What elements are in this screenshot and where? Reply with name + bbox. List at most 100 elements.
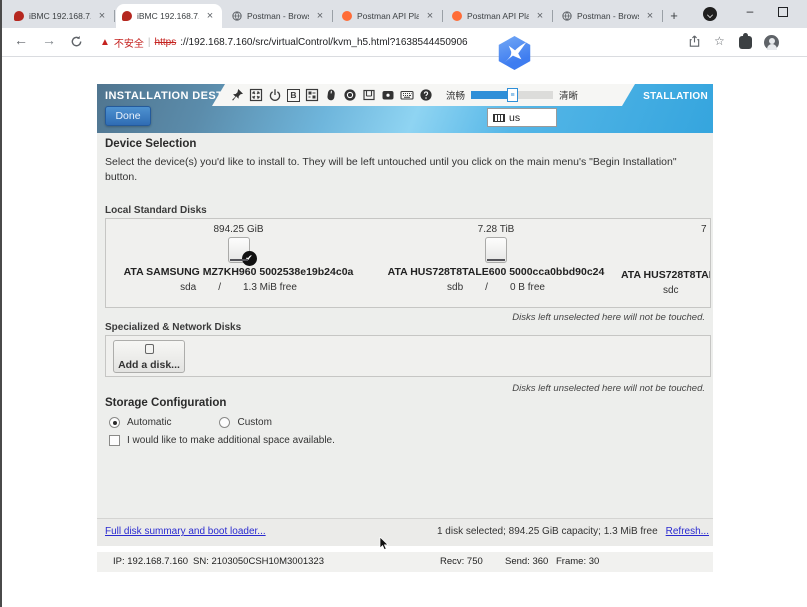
checkbox-label: I would like to make additional space av… bbox=[127, 435, 335, 446]
status-send: Send: 360 bbox=[505, 556, 548, 567]
share-icon[interactable] bbox=[688, 35, 701, 48]
record-icon[interactable] bbox=[343, 88, 357, 102]
done-button[interactable]: Done bbox=[105, 106, 151, 126]
new-tab-button[interactable]: + bbox=[664, 6, 684, 26]
disk-dev: sdb bbox=[447, 282, 463, 293]
warning-triangle-icon: ▲ bbox=[100, 37, 110, 48]
radio-unselected-icon bbox=[219, 417, 230, 428]
screen: iBMC 192.168.7.16 × iBMC 192.168.7.16 × … bbox=[0, 0, 807, 607]
mount-media-icon[interactable] bbox=[362, 88, 376, 102]
security-warning-label[interactable]: 不安全 bbox=[114, 35, 144, 50]
full-disk-summary-link[interactable]: Full disk summary and boot loader... bbox=[105, 526, 266, 537]
tab-close-icon[interactable]: × bbox=[314, 10, 326, 22]
disk-sdb[interactable]: 7.28 TiB ATA HUS728T8TALE600 5000cca0bbd… bbox=[371, 219, 621, 307]
unselected-note: Disks left unselected here will not be t… bbox=[105, 383, 705, 394]
globe-icon bbox=[232, 11, 242, 21]
tab-close-icon[interactable]: × bbox=[96, 10, 108, 22]
help-icon[interactable] bbox=[419, 88, 433, 102]
disk-size: 894.25 GiB bbox=[106, 224, 371, 235]
additional-space-checkbox[interactable]: I would like to make additional space av… bbox=[109, 435, 335, 446]
tab-label: Postman API Platfo bbox=[357, 11, 419, 21]
storage-radio-group: Automatic Custom bbox=[109, 417, 272, 428]
address-divider: | bbox=[148, 37, 151, 48]
disk-icon bbox=[145, 344, 154, 354]
disk-sda[interactable]: 894.25 GiB ✔ ATA SAMSUNG MZ7KH960 500253… bbox=[106, 219, 371, 307]
disk-sdc-partial[interactable]: 7 ATA HUS728T8TAL sdc bbox=[621, 219, 711, 307]
tab-close-icon[interactable]: × bbox=[424, 10, 436, 22]
disk-name: ATA SAMSUNG MZ7KH960 5002538e19b24c0a bbox=[106, 266, 371, 278]
back-button[interactable]: ← bbox=[14, 32, 28, 48]
bookmark-star-icon[interactable]: ☆ bbox=[714, 34, 725, 48]
profile-avatar[interactable] bbox=[764, 35, 779, 50]
radio-label: Custom bbox=[237, 417, 271, 428]
tab-close-icon[interactable]: × bbox=[644, 10, 656, 22]
disk-name: ATA HUS728T8TAL bbox=[621, 269, 711, 281]
quality-smooth-label: 流畅 bbox=[446, 88, 465, 102]
status-sn: SN: 2103050CSH10M3001323 bbox=[193, 556, 324, 567]
power-icon[interactable] bbox=[268, 88, 282, 102]
ibmc-favicon bbox=[14, 11, 24, 21]
pin-icon[interactable] bbox=[230, 88, 244, 102]
keyboard-icon bbox=[493, 114, 505, 122]
refresh-link[interactable]: Refresh... bbox=[666, 526, 709, 537]
screen-capture-icon[interactable] bbox=[381, 88, 395, 102]
virtual-keyboard-icon[interactable] bbox=[400, 88, 414, 102]
reload-icon[interactable] bbox=[70, 35, 83, 48]
keyboard-layout-selector[interactable]: us bbox=[487, 108, 557, 127]
mouse-cursor bbox=[379, 537, 391, 551]
header-right-title: STALLATION bbox=[643, 91, 708, 102]
radio-automatic[interactable]: Automatic bbox=[109, 417, 171, 428]
disk-icon bbox=[485, 237, 507, 263]
quality-slider-thumb[interactable]: ≡ bbox=[507, 88, 518, 102]
tab-postman-browse-1[interactable]: Postman - Browse × bbox=[226, 4, 332, 28]
ibmc-favicon bbox=[122, 11, 132, 21]
radio-selected-icon bbox=[109, 417, 120, 428]
disk-mount: / bbox=[218, 282, 221, 293]
add-disk-button[interactable]: Add a disk... bbox=[113, 340, 185, 373]
forward-button[interactable]: → bbox=[42, 32, 56, 48]
tab-label: iBMC 192.168.7.16 bbox=[137, 11, 199, 21]
quality-slider-track[interactable]: ≡ bbox=[471, 91, 553, 99]
quality-slider-fill bbox=[471, 91, 511, 99]
radio-custom[interactable]: Custom bbox=[219, 417, 271, 428]
tab-postman-browse-2[interactable]: Postman - Browse × bbox=[556, 4, 662, 28]
bold-b-icon[interactable]: B bbox=[287, 89, 300, 102]
description-line1: Select the device(s) you'd like to insta… bbox=[105, 156, 677, 168]
tab-close-icon[interactable]: × bbox=[204, 10, 216, 22]
disk-free: 1.3 MiB free bbox=[243, 282, 297, 293]
kvm-toolbar: B 流畅 ≡ 清晰 bbox=[212, 84, 635, 106]
fullscreen-icon[interactable] bbox=[249, 88, 263, 102]
window-minimize-button[interactable]: – bbox=[742, 4, 758, 20]
tabstrip-extra-button[interactable] bbox=[703, 7, 717, 21]
browser-tabstrip: iBMC 192.168.7.16 × iBMC 192.168.7.16 × … bbox=[0, 0, 807, 28]
globe-icon bbox=[562, 11, 572, 21]
tab-label: Postman - Browse bbox=[247, 11, 309, 21]
disk-mount: / bbox=[485, 282, 488, 293]
extensions-puzzle-icon[interactable] bbox=[739, 36, 752, 49]
radio-label: Automatic bbox=[127, 417, 171, 428]
device-selection-description: Select the device(s) you'd like to insta… bbox=[105, 155, 701, 185]
specialized-disks-panel: Add a disk... bbox=[105, 335, 711, 377]
checkbox-icon bbox=[109, 435, 120, 446]
tab-postman-api-2[interactable]: Postman API Platfo × bbox=[446, 4, 552, 28]
combo-keys-icon[interactable] bbox=[305, 88, 319, 102]
window-maximize-button[interactable] bbox=[778, 7, 788, 17]
status-frame: Frame: 30 bbox=[556, 556, 599, 567]
tab-ibmc-1[interactable]: iBMC 192.168.7.16 × bbox=[8, 4, 114, 28]
disk-dev: sda bbox=[180, 282, 196, 293]
selection-summary: 1 disk selected; 894.25 GiB capacity; 1.… bbox=[437, 526, 658, 537]
address-bar[interactable]: ▲ 不安全 | https ://192.168.7.160/src/virtu… bbox=[100, 33, 468, 52]
disk-name: ATA HUS728T8TALE600 5000cca0bbd90c24 bbox=[371, 266, 621, 278]
mouse-icon[interactable] bbox=[324, 88, 338, 102]
specialized-disks-label: Specialized & Network Disks bbox=[105, 322, 241, 333]
keyboard-layout-value: us bbox=[509, 112, 520, 124]
tab-close-icon[interactable]: × bbox=[534, 10, 546, 22]
installer-content: Device Selection Select the device(s) yo… bbox=[97, 133, 713, 546]
tab-label: iBMC 192.168.7.16 bbox=[29, 11, 91, 21]
tab-ibmc-2-active[interactable]: iBMC 192.168.7.16 × bbox=[116, 4, 222, 28]
device-selection-title: Device Selection bbox=[105, 138, 196, 150]
url-text[interactable]: ://192.168.7.160/src/virtualControl/kvm_… bbox=[180, 37, 467, 48]
tab-postman-api-1[interactable]: Postman API Platfo × bbox=[336, 4, 442, 28]
tab-label: Postman - Browse bbox=[577, 11, 639, 21]
installer-bottom-bar: Full disk summary and boot loader... 1 d… bbox=[97, 518, 713, 546]
